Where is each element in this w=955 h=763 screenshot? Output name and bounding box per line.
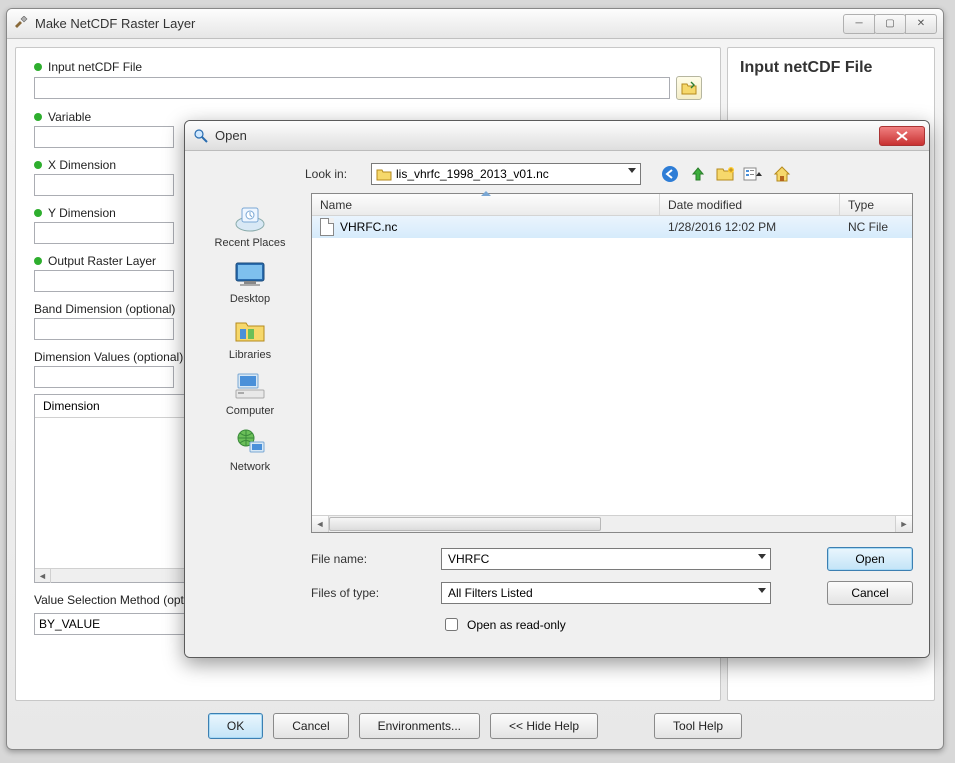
filename-value: VHRFC (448, 552, 489, 566)
sort-asc-icon (481, 191, 491, 196)
place-label: Recent Places (215, 237, 286, 249)
col-type[interactable]: Type (840, 194, 912, 215)
button-bar: OK Cancel Environments... << Hide Help T… (7, 713, 943, 739)
col-date[interactable]: Date modified (660, 194, 840, 215)
dialog-cancel-button[interactable]: Cancel (827, 581, 913, 605)
band-dim-input[interactable] (34, 318, 174, 340)
file-list[interactable]: Name Date modified Type VHRFC.nc 1/28/20… (311, 193, 913, 533)
browse-button[interactable] (676, 76, 702, 100)
dialog-titlebar: Open (185, 121, 929, 151)
lookin-combo[interactable]: lis_vhrfc_1998_2013_v01.nc (371, 163, 641, 185)
place-label: Desktop (230, 293, 270, 305)
new-folder-button[interactable] (715, 163, 737, 185)
lookin-value: lis_vhrfc_1998_2013_v01.nc (396, 167, 549, 181)
place-label: Libraries (229, 349, 271, 361)
label: Y Dimension (48, 206, 116, 220)
field-input-netcdf: Input netCDF File (34, 60, 702, 100)
titlebar: Make NetCDF Raster Layer ─ ▢ ✕ (7, 9, 943, 39)
required-dot-icon (34, 161, 42, 169)
window-controls: ─ ▢ ✕ (844, 14, 937, 34)
readonly-row: Open as read-only (441, 615, 913, 634)
tool-help-button[interactable]: Tool Help (654, 713, 742, 739)
label: Band Dimension (optional) (34, 302, 175, 316)
libraries-icon (231, 313, 269, 347)
scroll-thumb[interactable] (329, 517, 601, 531)
required-dot-icon (34, 257, 42, 265)
environments-button[interactable]: Environments... (359, 713, 480, 739)
places-bar: Recent Places Desktop Libraries Computer… (195, 193, 305, 533)
hide-help-button[interactable]: << Hide Help (490, 713, 598, 739)
filetype-label: Files of type: (311, 586, 441, 600)
file-icon (320, 218, 334, 236)
chevron-down-icon (758, 554, 766, 559)
label: Dimension Values (optional) (34, 350, 183, 364)
maximize-button[interactable]: ▢ (874, 14, 906, 34)
back-button[interactable] (659, 163, 681, 185)
label: Input netCDF File (48, 60, 142, 74)
xdim-input[interactable] (34, 174, 174, 196)
open-dialog: Open Look in: lis_vhrfc_1998_2013_v01.nc (184, 120, 930, 658)
place-computer[interactable]: Computer (195, 365, 305, 421)
file-date: 1/28/2016 12:02 PM (660, 220, 840, 234)
label: Output Raster Layer (48, 254, 156, 268)
readonly-checkbox[interactable] (445, 618, 458, 631)
file-scrollbar[interactable]: ◄ ► (312, 515, 912, 532)
required-dot-icon (34, 209, 42, 217)
recent-icon (231, 201, 269, 235)
filename-row: File name: VHRFC Open (311, 547, 913, 571)
folder-icon (376, 167, 392, 181)
required-dot-icon (34, 63, 42, 71)
lookin-label: Look in: (305, 167, 365, 181)
filetype-combo[interactable]: All Filters Listed (441, 582, 771, 604)
place-label: Computer (226, 405, 274, 417)
label: X Dimension (48, 158, 116, 172)
view-menu-button[interactable] (743, 163, 765, 185)
place-libraries[interactable]: Libraries (195, 309, 305, 365)
scroll-left-icon[interactable]: ◄ (312, 516, 329, 532)
scroll-right-icon[interactable]: ► (895, 516, 912, 532)
label: Variable (48, 110, 91, 124)
magnifier-icon (193, 128, 209, 144)
file-type: NC File (840, 220, 912, 234)
computer-icon (231, 369, 269, 403)
file-list-body: VHRFC.nc 1/28/2016 12:02 PM NC File (312, 216, 912, 515)
readonly-label: Open as read-only (467, 618, 566, 632)
window-title: Make NetCDF Raster Layer (35, 16, 844, 31)
dialog-title: Open (215, 128, 879, 143)
filetype-value: All Filters Listed (448, 586, 533, 600)
chevron-down-icon (628, 168, 636, 173)
lookin-row: Look in: lis_vhrfc_1998_2013_v01.nc (305, 163, 913, 185)
filetype-row: Files of type: All Filters Listed Cancel (311, 581, 913, 605)
place-network[interactable]: Network (195, 421, 305, 477)
help-heading: Input netCDF File (740, 58, 922, 79)
input-netcdf-input[interactable] (34, 77, 670, 99)
scroll-left-icon[interactable]: ◄ (35, 569, 51, 583)
minimize-button[interactable]: ─ (843, 14, 875, 34)
file-row[interactable]: VHRFC.nc 1/28/2016 12:02 PM NC File (312, 216, 912, 238)
filename-combo[interactable]: VHRFC (441, 548, 771, 570)
cancel-button[interactable]: Cancel (273, 713, 348, 739)
output-raster-input[interactable] (34, 270, 174, 292)
open-button[interactable]: Open (827, 547, 913, 571)
place-recent[interactable]: Recent Places (195, 197, 305, 253)
file-list-header: Name Date modified Type (312, 194, 912, 216)
variable-input[interactable] (34, 126, 174, 148)
network-icon (231, 425, 269, 459)
filename-label: File name: (311, 552, 441, 566)
up-button[interactable] (687, 163, 709, 185)
dialog-close-button[interactable] (879, 126, 925, 146)
file-name: VHRFC.nc (340, 220, 397, 234)
home-button[interactable] (771, 163, 793, 185)
col-name[interactable]: Name (312, 194, 660, 215)
required-dot-icon (34, 113, 42, 121)
place-label: Network (230, 461, 270, 473)
close-button[interactable]: ✕ (905, 14, 937, 34)
chevron-down-icon (758, 588, 766, 593)
dim-values-input[interactable] (34, 366, 174, 388)
ok-button[interactable]: OK (208, 713, 263, 739)
desktop-icon (231, 257, 269, 291)
ydim-input[interactable] (34, 222, 174, 244)
hammer-icon (13, 16, 29, 32)
place-desktop[interactable]: Desktop (195, 253, 305, 309)
